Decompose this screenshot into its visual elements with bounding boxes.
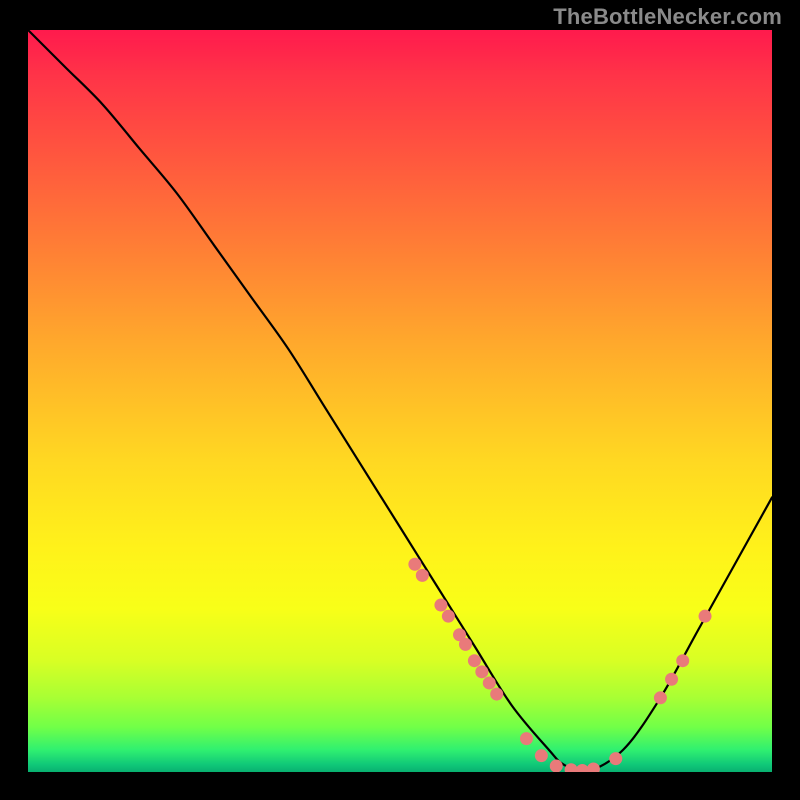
curve-marker xyxy=(535,749,548,762)
curve-marker xyxy=(416,569,429,582)
curve-marker xyxy=(459,638,472,651)
marker-group xyxy=(408,558,711,772)
curve-marker xyxy=(665,673,678,686)
curve-marker xyxy=(676,654,689,667)
curve-marker xyxy=(434,599,447,612)
curve-marker xyxy=(408,558,421,571)
curve-marker xyxy=(550,760,563,772)
curve-marker xyxy=(609,752,622,765)
curve-marker xyxy=(442,610,455,623)
curve-marker xyxy=(699,610,712,623)
curve-marker xyxy=(576,764,589,772)
curve-marker xyxy=(490,688,503,701)
chart-container: TheBottleNecker.com xyxy=(0,0,800,800)
curve-marker xyxy=(587,763,600,772)
curve-marker xyxy=(468,654,481,667)
chart-overlay xyxy=(28,30,772,772)
curve-marker xyxy=(475,665,488,678)
curve-marker xyxy=(565,763,578,772)
bottleneck-curve xyxy=(28,30,772,772)
curve-marker xyxy=(483,676,496,689)
attribution-text: TheBottleNecker.com xyxy=(553,4,782,30)
curve-marker xyxy=(520,732,533,745)
curve-marker xyxy=(654,691,667,704)
